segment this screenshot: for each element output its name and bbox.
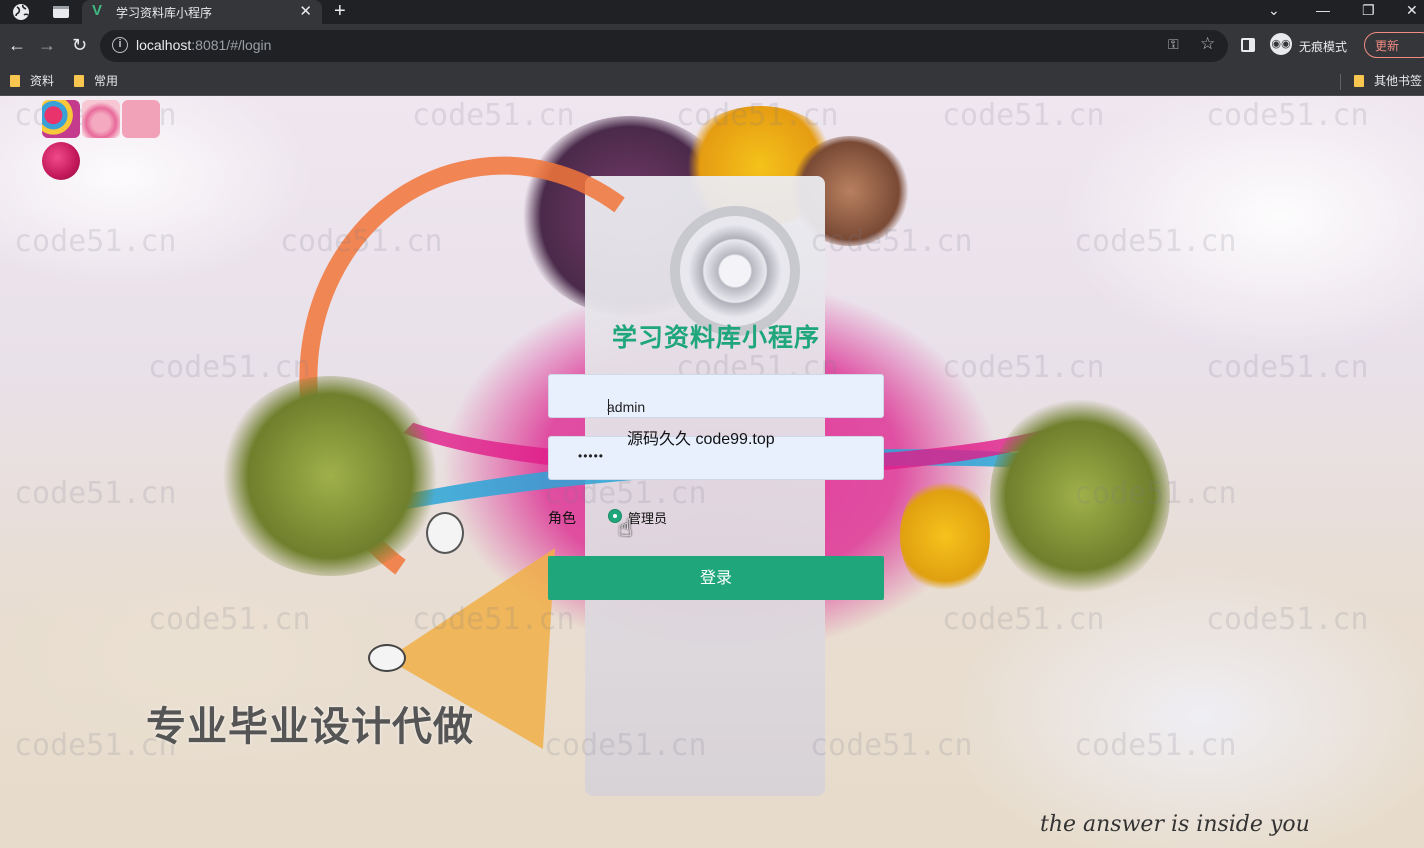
text-caret [608,399,609,415]
watermark-text: code51.cn [148,350,311,385]
pink-pattern-icon [82,100,120,138]
incognito-label[interactable]: 无痕模式 [1299,38,1347,55]
bookmark-folder-changyong[interactable]: 常用 [74,72,118,90]
watermark-text: code51.cn [1206,350,1369,385]
minimize-icon[interactable]: — [1316,0,1330,20]
login-page: code51.cn code51.cn code51.cn code51.cn … [0,96,1424,848]
source-watermark-text: 源码久久 code99.top [627,431,775,448]
reload-icon[interactable]: ↻ [72,34,87,56]
watermark-text: code51.cn [1206,98,1369,133]
key-icon[interactable]: ⚿ [1168,36,1179,53]
tab-search-icon[interactable] [52,3,70,21]
hand-cursor-icon: ☝ [618,515,633,542]
watermark-text: code51.cn [676,98,839,133]
watermark-text: code51.cn [810,728,973,763]
login-button[interactable]: 登录 [548,556,884,600]
bookmark-label: 其他书签 [1374,74,1423,88]
role-label: 角色 [548,510,576,526]
password-value: ••••• [578,449,605,463]
round-badge-icon [42,142,80,180]
bookmarks-divider [1340,74,1341,90]
incognito-icon[interactable]: ◉◉ [1270,33,1292,55]
watermark-text: code51.cn [412,98,575,133]
watermark-text: code51.cn [544,728,707,763]
watermark-text: code51.cn [942,602,1105,637]
url-path: :8081/#/login [191,37,272,53]
folder-icon [74,75,84,87]
bookmark-label: 常用 [94,74,119,88]
pink-tile-icon [122,100,160,138]
globe-icon[interactable] [12,3,30,21]
username-input[interactable]: admin [548,374,884,418]
active-tab[interactable]: V 学习资料库小程序 ✕ [82,0,322,24]
restore-icon[interactable]: ❐ [1362,0,1375,20]
tagline-text: the answer is inside you [1040,812,1310,837]
login-title: 学习资料库小程序 [611,324,820,352]
folder-icon [1354,75,1364,87]
colorful-logo-icon [42,100,80,138]
browser-tab-strip: V 学习资料库小程序 ✕ + ⌄ — ❐ ✕ [0,0,1424,24]
username-value: admin [607,399,646,415]
tab-title: 学习资料库小程序 [116,6,213,20]
watermark-text: code51.cn [1074,476,1237,511]
role-option-label[interactable]: 管理员 [628,508,667,527]
watermark-text: code51.cn [14,224,177,259]
watermark-text: code51.cn [942,98,1105,133]
bookmarks-bar: 资料 常用 其他书签 [0,68,1424,96]
update-button[interactable]: 更新 [1364,32,1424,58]
bookmark-folder-ziliao[interactable]: 资料 [10,72,54,90]
watermark-text: code51.cn [942,350,1105,385]
url-text[interactable]: localhost:8081/#/login [136,37,271,53]
watermark-text: code51.cn [148,602,311,637]
watermark-text: code51.cn [412,602,575,637]
watermark-text: code51.cn [280,224,443,259]
chevron-down-icon[interactable]: ⌄ [1268,0,1280,20]
browser-toolbar: ← → ↻ i localhost:8081/#/login ⚿ ☆ ◉◉ 无痕… [0,24,1424,68]
watermark-text: code51.cn [14,476,177,511]
watermark-text: code51.cn [1074,728,1237,763]
star-icon[interactable]: ☆ [1200,34,1215,54]
watermark-text: code51.cn [1206,602,1369,637]
other-bookmarks[interactable]: 其他书签 [1354,72,1422,90]
bookmark-label: 资料 [30,74,55,88]
promo-text: 专业毕业设计代做 [146,705,474,749]
back-icon[interactable]: ← [8,34,26,56]
watermark-text: code51.cn [1074,224,1237,259]
info-icon[interactable]: i [112,37,128,53]
url-host: localhost [136,37,192,53]
watermark-text: code51.cn [544,476,707,511]
forward-icon[interactable]: → [38,34,56,56]
folder-icon [10,75,20,87]
close-icon[interactable]: ✕ [299,2,312,20]
new-tab-icon[interactable]: + [334,0,346,22]
address-bar[interactable]: i localhost:8081/#/login ⚿ ☆ [100,30,1228,62]
watermark-text: code51.cn [810,224,973,259]
window-close-icon[interactable]: ✕ [1406,0,1418,20]
vue-favicon-icon: V [92,2,103,19]
side-panel-icon[interactable] [1241,38,1255,52]
